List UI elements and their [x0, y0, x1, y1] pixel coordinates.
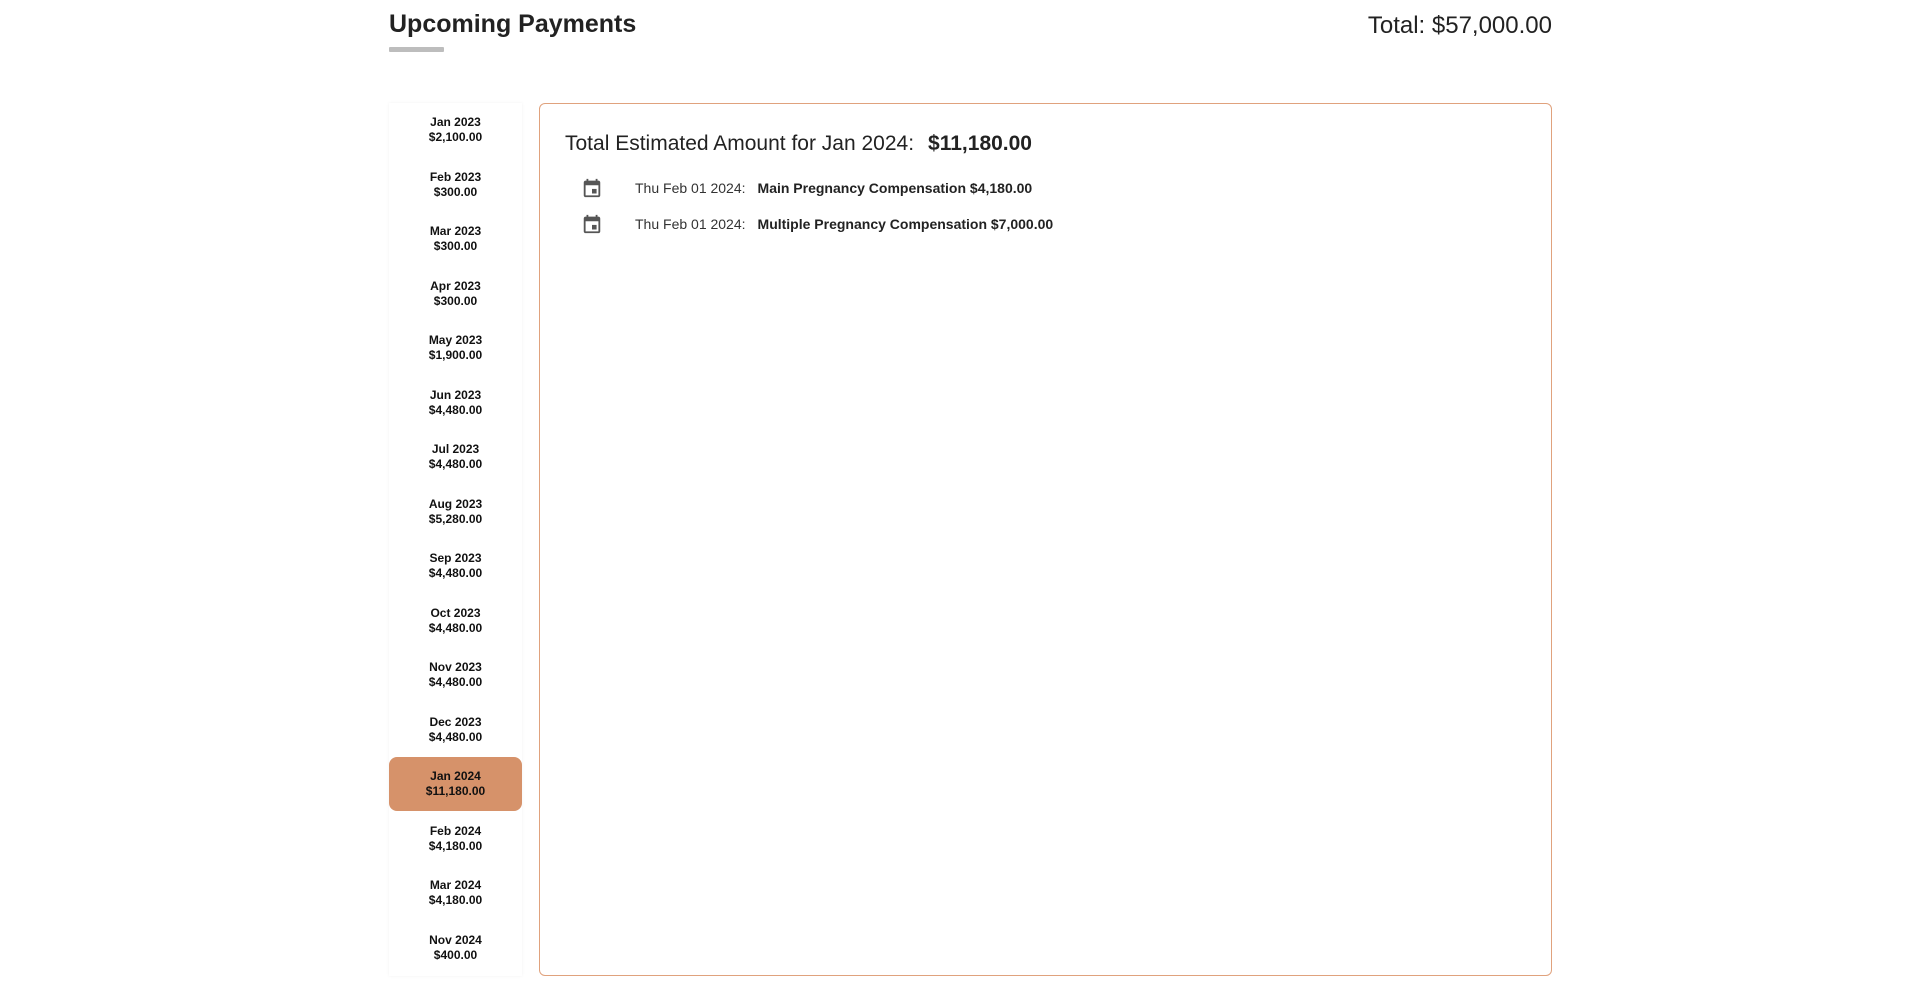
month-tab-label: Jan 2023 [430, 115, 481, 129]
payment-description: Multiple Pregnancy Compensation $7,000.0… [757, 216, 1054, 232]
month-tab-label: Feb 2023 [429, 169, 482, 184]
month-tab-amount: $11,180.00 [425, 784, 486, 798]
month-tab-amount: $4,180.00 [428, 838, 483, 853]
month-tab-label: Sep 2023 [429, 551, 482, 565]
month-tab-amount: $4,480.00 [428, 457, 483, 471]
month-tab-label: Nov 2024 [429, 932, 482, 947]
month-tab-list: Jan 2023 $2,100.00 Feb 2023 $300.00 Mar 2023… [389, 103, 522, 976]
month-tab-amount: $4,480.00 [428, 675, 483, 689]
month-tab-amount: $4,480.00 [428, 566, 483, 580]
page-title: Upcoming Payments [389, 10, 637, 38]
payment-detail-panel: Total Estimated Amount for Jan 2024: $11,… [539, 103, 1552, 976]
calendar-icon [581, 176, 603, 200]
payment-row: Thu Feb 01 2024: Main Pregnancy Compensat… [581, 175, 1032, 201]
title-underline [389, 47, 444, 52]
month-tab-amount: $4,480.00 [428, 620, 483, 635]
month-tab-label: May 2023 [428, 333, 483, 347]
month-tab-amount: $5,280.00 [428, 511, 483, 526]
month-tab[interactable]: Jan 2023 $2,100.00 [389, 103, 522, 157]
payment-row: Thu Feb 01 2024: Multiple Pregnancy Compe… [581, 211, 1053, 237]
month-tab[interactable]: Dec 2023 $4,480.00 [389, 703, 522, 757]
month-tab[interactable]: Jul 2023 $4,480.00 [389, 430, 522, 484]
month-tab[interactable]: Feb 2023 $300.00 [389, 158, 522, 212]
month-tab[interactable]: Nov 2023 $4,480.00 [389, 648, 522, 702]
month-tab[interactable]: Apr 2023 $300.00 [389, 267, 522, 321]
month-tab-amount: $1,900.00 [428, 348, 483, 362]
month-tab[interactable]: Jun 2023 $4,480.00 [389, 376, 522, 430]
month-tab[interactable]: Nov 2024 $400.00 [389, 921, 522, 975]
month-tab-label: Mar 2023 [429, 224, 482, 238]
month-tab[interactable]: Mar 2024 $4,180.00 [389, 866, 522, 920]
month-tab-label: Jul 2023 [431, 442, 480, 456]
payment-date: Thu Feb 01 2024: [635, 180, 746, 196]
upcoming-payments-page: Upcoming Payments Total: $57,000.00 Jan … [389, 0, 1552, 995]
month-tab-amount: $4,180.00 [428, 893, 483, 907]
month-tab-amount: $300.00 [433, 184, 478, 199]
month-tab-label: Oct 2023 [430, 605, 481, 620]
month-tab-label: Nov 2023 [429, 660, 482, 674]
payment-description: Main Pregnancy Compensation $4,180.00 [757, 180, 1033, 196]
detail-heading-label: Total Estimated Amount for Jan 2024: [565, 132, 915, 155]
calendar-icon [581, 212, 603, 236]
month-tab-amount: $4,480.00 [428, 402, 483, 417]
month-tab-amount: $400.00 [433, 947, 478, 962]
month-tab-label: Dec 2023 [429, 714, 482, 729]
month-tab[interactable]: Feb 2024 $4,180.00 [389, 812, 522, 866]
month-tab-label: Jan 2024 [430, 769, 481, 783]
month-tab-label: Mar 2024 [429, 878, 482, 892]
page-header: Upcoming Payments Total: $57,000.00 [389, 0, 1552, 60]
month-tab[interactable]: Oct 2023 $4,480.00 [389, 594, 522, 648]
detail-heading-amount: $11,180.00 [928, 132, 1032, 155]
month-tab[interactable]: Sep 2023 $4,480.00 [389, 539, 522, 593]
month-tab[interactable]: Aug 2023 $5,280.00 [389, 485, 522, 539]
total-amount: Total: $57,000.00 [1367, 12, 1552, 39]
month-tab[interactable]: Mar 2023 $300.00 [389, 212, 522, 266]
payment-date: Thu Feb 01 2024: [635, 216, 746, 232]
month-tab-amount: $4,480.00 [428, 729, 483, 744]
month-tab[interactable]: May 2023 $1,900.00 [389, 321, 522, 375]
month-tab-label: Feb 2024 [429, 823, 482, 838]
month-tab-label: Apr 2023 [430, 278, 481, 293]
month-tab-amount: $2,100.00 [428, 130, 483, 144]
detail-heading: Total Estimated Amount for Jan 2024: $11,… [565, 132, 1032, 156]
month-tab[interactable]: Jan 2024 $11,180.00 [389, 757, 522, 811]
month-tab-amount: $300.00 [433, 293, 478, 308]
month-tab-label: Aug 2023 [428, 496, 483, 511]
month-tab-label: Jun 2023 [429, 387, 482, 402]
month-tab-amount: $300.00 [433, 239, 478, 253]
